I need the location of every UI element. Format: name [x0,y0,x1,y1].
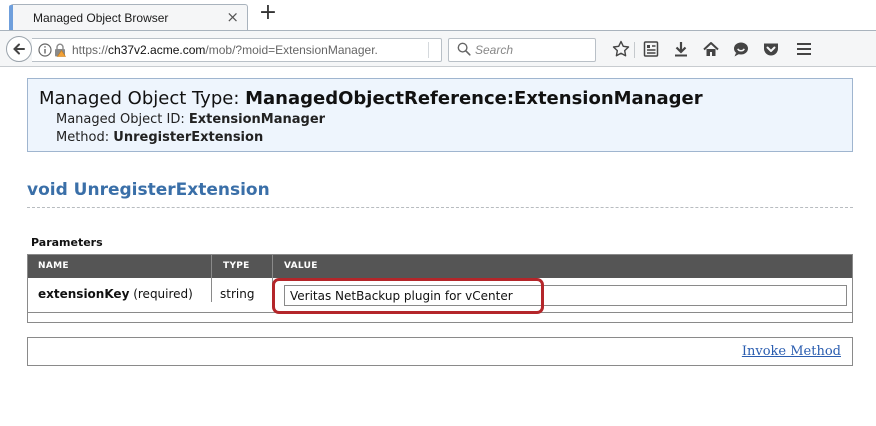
toolbar-divider [634,42,635,58]
chat-icon[interactable] [731,39,751,59]
search-placeholder: Search [475,43,514,57]
new-tab-icon[interactable]: + [256,2,280,26]
object-id-value: ExtensionManager [188,112,326,127]
column-header-name: NAME [38,261,69,271]
param-name: extensionKey (required) [38,287,193,301]
param-name-key: extensionKey [38,287,130,301]
heading-divider [27,207,853,208]
url-text[interactable]: https://ch37v2.acme.com/mob/?moid=Extens… [72,43,378,57]
close-tab-icon[interactable]: × [226,9,239,25]
back-arrow-icon [13,43,25,55]
url-divider [428,42,429,58]
lock-warning-icon[interactable] [54,43,66,57]
param-type: string [220,287,255,301]
method-line: Method: UnregisterExtension [56,130,263,145]
object-type-line: Managed Object Type: ManagedObjectRefere… [39,88,703,109]
url-path: /mob/?moid=ExtensionManager. [205,43,378,57]
download-icon[interactable] [671,39,691,59]
reading-list-icon[interactable] [641,39,661,59]
back-button[interactable] [6,36,32,62]
object-id-label: Managed Object ID: [56,112,189,127]
managed-object-header: Managed Object Type: ManagedObjectRefere… [27,78,853,152]
menu-icon[interactable] [794,39,814,59]
row-divider [28,312,852,313]
home-icon[interactable] [701,39,721,59]
url-bar[interactable]: https://ch37v2.acme.com/mob/?moid=Extens… [32,38,442,62]
info-icon[interactable] [38,43,52,57]
object-type-label: Managed Object Type: [39,88,246,109]
method-heading: void UnregisterExtension [27,180,270,200]
navigation-toolbar: https://ch37v2.acme.com/mob/?moid=Extens… [0,30,876,67]
column-header-value: VALUE [284,261,318,271]
title-bar: Managed Object Browser × + [0,0,876,32]
browser-tab[interactable]: Managed Object Browser × [9,4,248,32]
bookmark-star-icon[interactable] [611,39,631,59]
method-value: UnregisterExtension [113,130,264,145]
parameters-label: Parameters [31,236,103,249]
column-header-type: TYPE [223,261,250,271]
object-type-value: ManagedObjectReference:ExtensionManager [245,88,703,109]
url-host: ch37v2.acme.com [108,43,206,57]
param-value-input[interactable] [284,285,847,306]
url-prefix: https:// [72,43,109,57]
object-id-line: Managed Object ID: ExtensionManager [56,112,325,127]
invoke-panel: Invoke Method [27,337,853,366]
parameters-table: NAME TYPE VALUE extensionKey (required) … [27,254,853,323]
tab-title: Managed Object Browser [33,11,169,25]
table-header-row: NAME TYPE VALUE [28,255,852,278]
invoke-method-link[interactable]: Invoke Method [742,344,841,359]
search-icon [457,42,471,56]
method-label: Method: [56,130,114,145]
pocket-icon[interactable] [761,39,781,59]
param-required-qualifier: (required) [129,287,193,301]
search-input[interactable]: Search [448,38,596,62]
column-divider [272,255,273,302]
column-divider [211,255,212,302]
